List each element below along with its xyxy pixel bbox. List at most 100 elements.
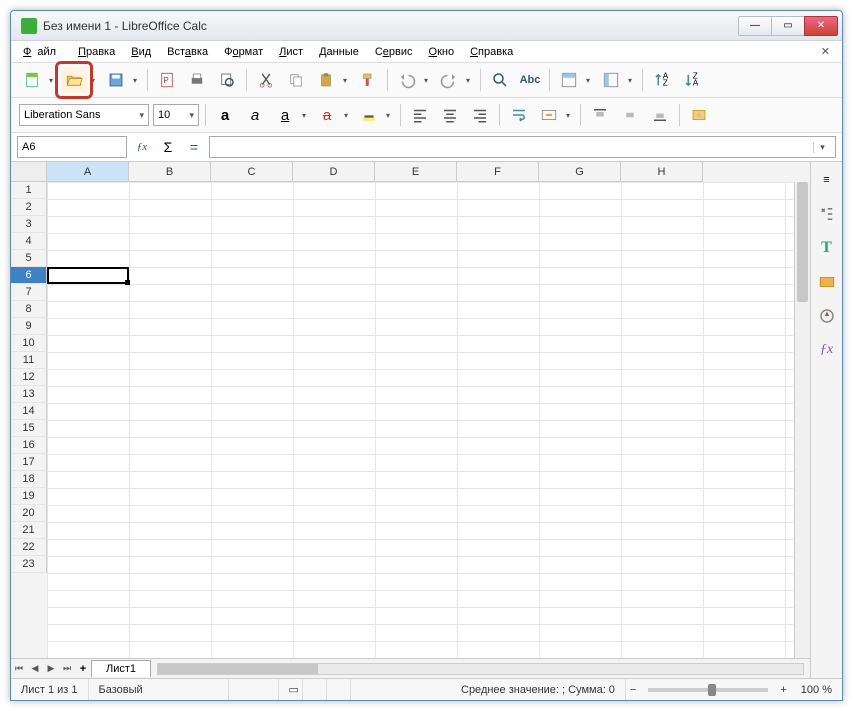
column-header-b[interactable]: B [129, 162, 211, 182]
bold-button[interactable]: a [212, 102, 238, 128]
horizontal-scrollbar[interactable] [157, 663, 804, 675]
paste-dropdown[interactable]: ▾ [343, 76, 351, 85]
row-header[interactable]: 10 [11, 335, 47, 352]
row-header[interactable]: 11 [11, 352, 47, 369]
underline-dropdown[interactable]: ▾ [302, 111, 310, 120]
menu-insert[interactable]: Вставка [161, 44, 214, 60]
maximize-button[interactable]: ▭ [771, 16, 805, 36]
sidebar-menu-icon[interactable]: ≡ [815, 168, 839, 192]
status-selection-mode[interactable] [303, 679, 327, 700]
wrap-text-button[interactable] [506, 102, 532, 128]
column-header-a[interactable]: A [47, 162, 129, 182]
cut-button[interactable] [253, 67, 279, 93]
row-header[interactable]: 7 [11, 284, 47, 301]
clone-formatting-button[interactable] [355, 67, 381, 93]
font-name-combo[interactable]: Liberation Sans [19, 104, 149, 126]
formula-input[interactable]: ▾ [209, 136, 836, 158]
italic-button[interactable]: a [242, 102, 268, 128]
row-header[interactable]: 21 [11, 522, 47, 539]
menu-data[interactable]: Данные [313, 44, 365, 60]
row-header[interactable]: 18 [11, 471, 47, 488]
undo-button[interactable] [394, 67, 420, 93]
tab-first-button[interactable]: ⏮ [11, 663, 27, 674]
menu-tools[interactable]: Сервис [369, 44, 419, 60]
align-center-button[interactable] [437, 102, 463, 128]
gallery-icon[interactable] [815, 270, 839, 294]
highlight-button[interactable] [356, 102, 382, 128]
row-header[interactable]: 1 [11, 182, 47, 199]
row-header[interactable]: 8 [11, 301, 47, 318]
column-header-c[interactable]: C [211, 162, 293, 182]
export-pdf-button[interactable]: P [154, 67, 180, 93]
row-header[interactable]: 5 [11, 250, 47, 267]
row-header[interactable]: 16 [11, 437, 47, 454]
sheet-tab[interactable]: Лист1 [91, 660, 151, 677]
align-top-button[interactable] [587, 102, 613, 128]
row-header[interactable]: 14 [11, 403, 47, 420]
column-header-g[interactable]: G [539, 162, 621, 182]
new-document-button[interactable] [19, 67, 45, 93]
underline-button[interactable]: a [272, 102, 298, 128]
font-color-dropdown[interactable]: ▾ [344, 111, 352, 120]
styles-icon[interactable]: T [815, 236, 839, 260]
new-dropdown[interactable]: ▾ [49, 76, 57, 85]
tab-prev-button[interactable]: ◀ [27, 663, 43, 674]
open-button[interactable] [61, 67, 87, 93]
align-bottom-button[interactable] [647, 102, 673, 128]
column-header-f[interactable]: F [457, 162, 539, 182]
row-button[interactable] [556, 67, 582, 93]
zoom-level[interactable]: 100 % [791, 679, 842, 700]
menu-format[interactable]: Формат [218, 44, 269, 60]
menu-sheet[interactable]: Лист [273, 44, 309, 60]
close-button[interactable]: ✕ [804, 16, 838, 36]
align-left-button[interactable] [407, 102, 433, 128]
sort-desc-button[interactable]: ZA [679, 67, 705, 93]
row-header[interactable]: 13 [11, 386, 47, 403]
menu-help[interactable]: Справка [464, 44, 519, 60]
zoom-in-button[interactable]: + [776, 679, 790, 700]
select-all-corner[interactable] [11, 162, 47, 182]
align-right-button[interactable] [467, 102, 493, 128]
column-header-h[interactable]: H [621, 162, 703, 182]
navigator-icon[interactable] [815, 304, 839, 328]
cell-grid[interactable] [47, 182, 794, 658]
paste-button[interactable] [313, 67, 339, 93]
row-dropdown[interactable]: ▾ [586, 76, 594, 85]
minimize-button[interactable]: — [738, 16, 772, 36]
menu-file[interactable]: Файл [17, 44, 68, 60]
zoom-out-button[interactable]: − [626, 679, 640, 700]
redo-dropdown[interactable]: ▾ [466, 76, 474, 85]
add-sheet-button[interactable]: + [75, 663, 91, 675]
sum-button[interactable]: Σ [157, 136, 179, 158]
row-header[interactable]: 23 [11, 556, 47, 573]
function-wizard-button[interactable]: ƒx [131, 136, 153, 158]
print-button[interactable] [184, 67, 210, 93]
row-header[interactable]: 9 [11, 318, 47, 335]
zoom-slider[interactable] [648, 688, 768, 692]
save-dropdown[interactable]: ▾ [133, 76, 141, 85]
row-header[interactable]: 6 [11, 267, 47, 284]
name-box[interactable]: A6 [17, 136, 127, 158]
formula-expand-button[interactable]: ▾ [813, 142, 831, 153]
currency-button[interactable] [686, 102, 712, 128]
menu-edit[interactable]: Правка [72, 44, 121, 60]
status-insert-mode[interactable]: ▭ [279, 679, 303, 700]
merge-dropdown[interactable]: ▾ [566, 111, 574, 120]
align-middle-button[interactable] [617, 102, 643, 128]
print-preview-button[interactable] [214, 67, 240, 93]
row-header[interactable]: 22 [11, 539, 47, 556]
status-signature[interactable] [327, 679, 351, 700]
properties-icon[interactable] [815, 202, 839, 226]
copy-button[interactable] [283, 67, 309, 93]
vertical-scrollbar[interactable] [794, 182, 810, 658]
formula-button[interactable]: = [183, 136, 205, 158]
row-header[interactable]: 19 [11, 488, 47, 505]
tab-next-button[interactable]: ▶ [43, 663, 59, 674]
row-header[interactable]: 20 [11, 505, 47, 522]
highlight-dropdown[interactable]: ▾ [386, 111, 394, 120]
save-button[interactable] [103, 67, 129, 93]
column-header-e[interactable]: E [375, 162, 457, 182]
document-close-button[interactable]: ✕ [815, 43, 836, 60]
active-cell[interactable] [47, 267, 129, 284]
row-header[interactable]: 4 [11, 233, 47, 250]
